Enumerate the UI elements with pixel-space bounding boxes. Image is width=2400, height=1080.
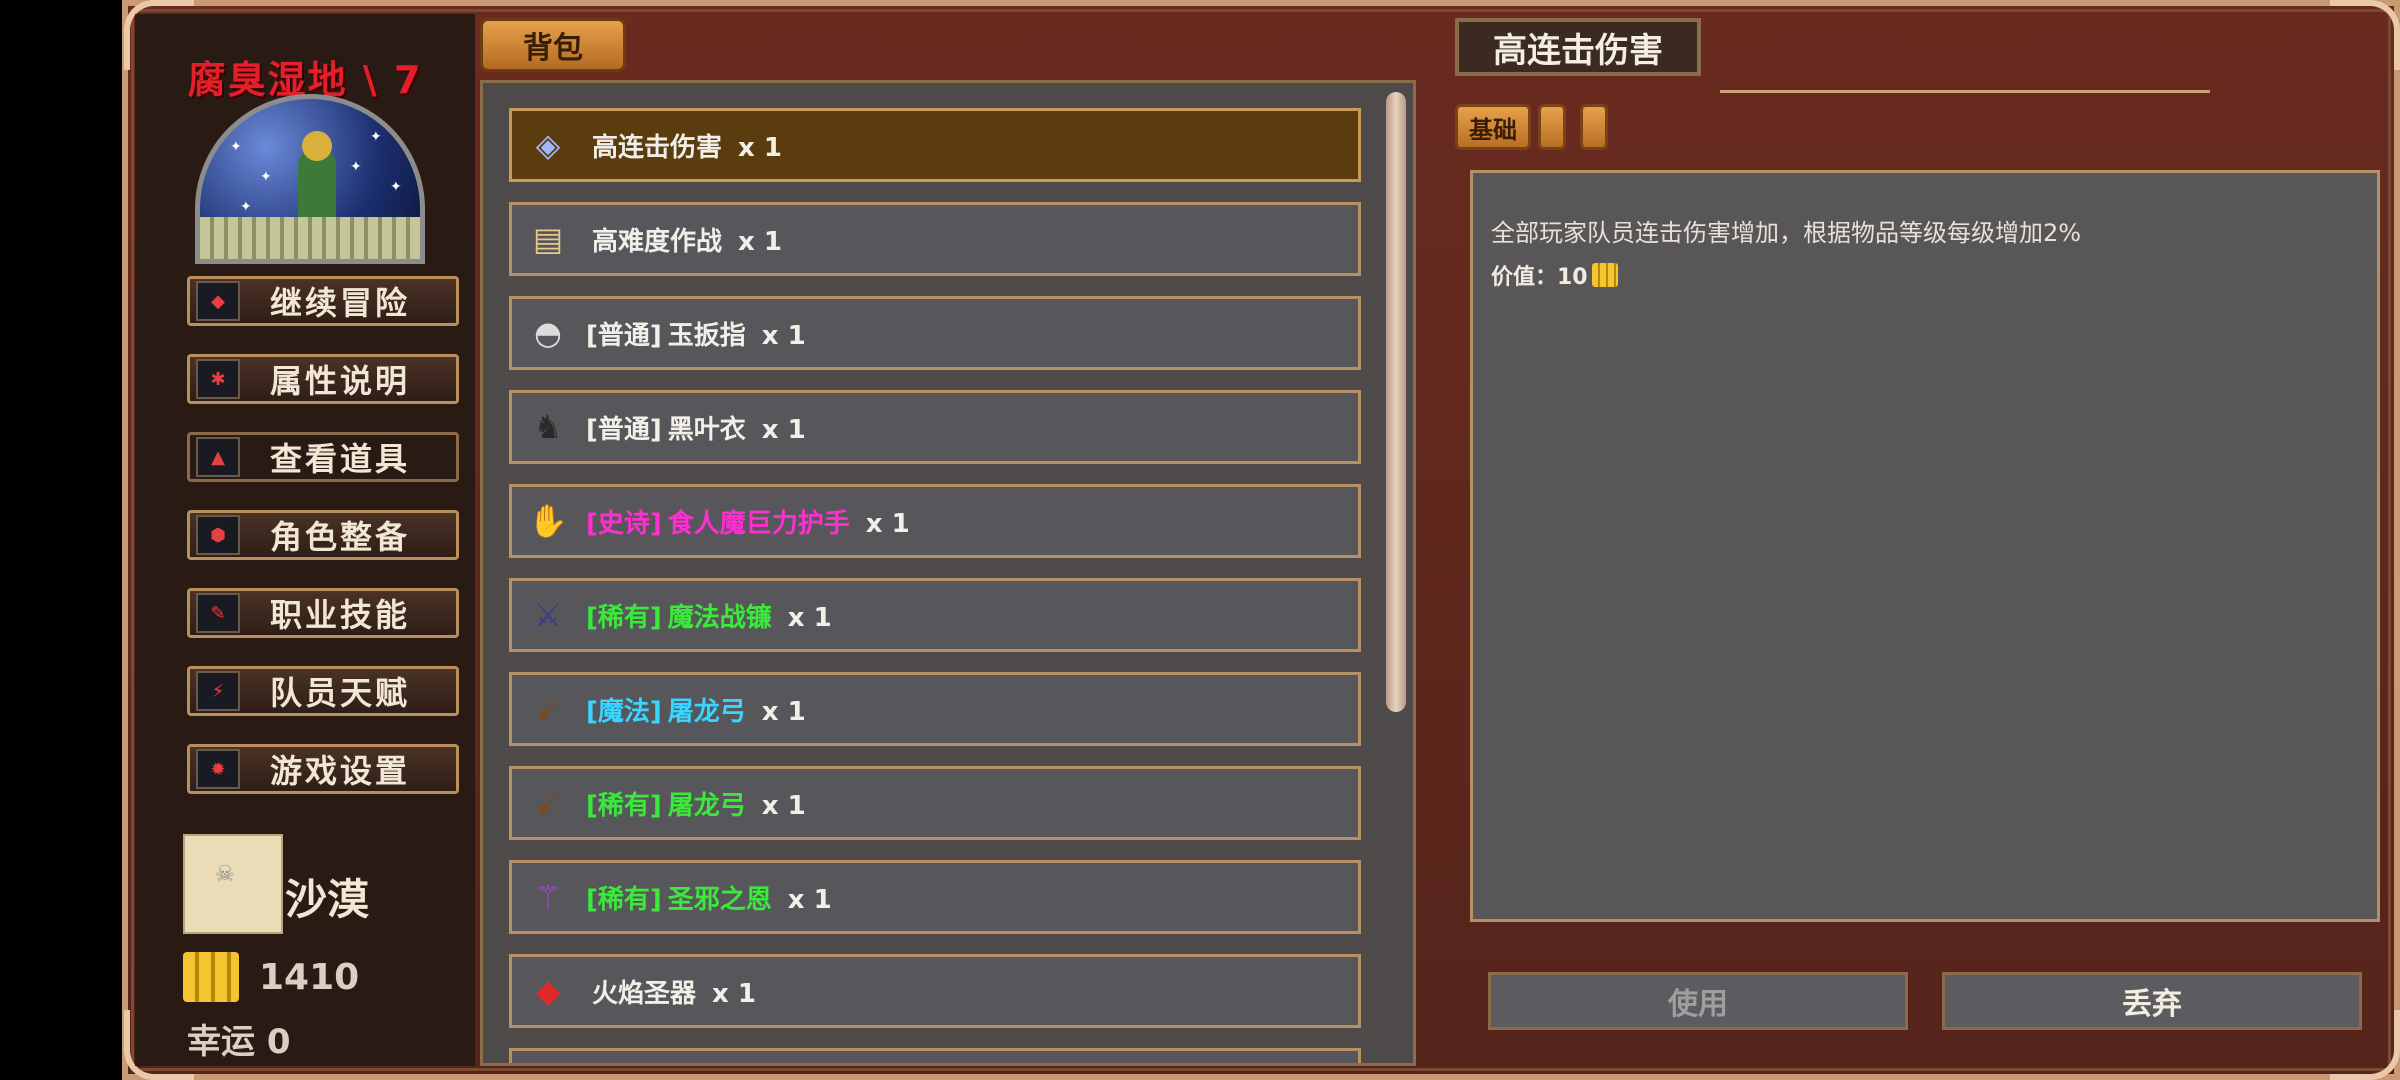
list-item[interactable]: ⚚ [稀有] 圣邪之恩 x 1 [509, 860, 1361, 934]
menu-label: 角色整备 [269, 518, 410, 556]
list-item-partial[interactable] [509, 1048, 1361, 1063]
location-portrait: ✦ ✦ ✦ ✦ ✦ ✦ [195, 94, 425, 264]
item-tag: [稀有] [586, 790, 662, 821]
item-qty: x 1 [738, 132, 782, 163]
list-item[interactable]: ➹ [稀有] 屠龙弓 x 1 [509, 766, 1361, 840]
item-name: 黑叶衣 [667, 414, 746, 445]
item-tag: [稀有] [586, 884, 662, 915]
armor-icon: ♞ [533, 408, 563, 446]
use-button[interactable]: 使用 [1488, 972, 1908, 1030]
menu-character-prep[interactable]: ⬢ 角色整备 [187, 510, 459, 560]
item-name: 高连击伤害 [592, 132, 723, 163]
character-icon: ⬢ [196, 515, 240, 555]
item-detail-panel: 全部玩家队员连击伤害增加，根据物品等级每级增加2% 价值：10 [1470, 170, 2380, 922]
item-qty: x 1 [761, 790, 806, 821]
item-name: 食人魔巨力护手 [667, 508, 850, 539]
menu-class-skills[interactable]: ✎ 职业技能 [187, 588, 459, 638]
frame-corner [2330, 0, 2400, 70]
luck-stat: 幸运 0 [187, 1022, 291, 1062]
list-item[interactable]: ◈ 高连击伤害 x 1 [509, 108, 1361, 182]
gold-amount: 1410 [259, 957, 360, 998]
settings-icon: ✹ [196, 749, 240, 789]
attributes-icon: ✱ [196, 359, 240, 399]
tab-extra-2[interactable] [1580, 104, 1608, 150]
menu-label: 继续冒险 [269, 284, 410, 322]
wand-icon: ⚚ [533, 878, 563, 916]
items-icon: ▲ [196, 437, 240, 477]
menu-view-items[interactable]: ▲ 查看道具 [187, 432, 459, 482]
bow-icon: ➹ [534, 784, 562, 822]
menu-attribute-info[interactable]: ✱ 属性说明 [187, 354, 459, 404]
item-qty: x 1 [738, 226, 782, 257]
menu-label: 属性说明 [269, 362, 410, 400]
menu-label: 查看道具 [269, 440, 410, 478]
item-tag: [普通] [586, 320, 662, 351]
list-item[interactable]: ✋ [史诗] 食人魔巨力护手 x 1 [509, 484, 1361, 558]
list-scrollbar[interactable] [1386, 92, 1406, 712]
item-description: 全部玩家队员连击伤害增加，根据物品等级每级增加2% [1491, 219, 2082, 247]
item-name: 高难度作战 [592, 226, 723, 257]
item-tag: [稀有] [586, 602, 662, 633]
relic-icon: ◆ [535, 972, 561, 1010]
scroll-icon: ▤ [532, 220, 564, 258]
item-qty: x 1 [761, 414, 806, 445]
tab-extra-1[interactable] [1538, 104, 1566, 150]
title-divider [1720, 90, 2210, 93]
list-item[interactable]: ⚔ [稀有] 魔法战镰 x 1 [509, 578, 1361, 652]
scythe-icon: ⚔ [533, 596, 563, 634]
item-value-label: 价值：10 [1491, 265, 1588, 290]
tab-backpack[interactable]: 背包 [480, 18, 626, 72]
menu-label: 游戏设置 [269, 752, 410, 790]
item-qty: x 1 [787, 884, 832, 915]
hero-head [302, 131, 332, 161]
skills-icon: ✎ [196, 593, 240, 633]
menu-member-talent[interactable]: ⚡ 队员天赋 [187, 666, 459, 716]
item-qty: x 1 [787, 602, 832, 633]
item-name: 火焰圣器 [592, 978, 697, 1009]
menu-label: 队员天赋 [269, 674, 410, 712]
skull-icon: ☠ [215, 862, 235, 887]
item-tag: [史诗] [586, 508, 662, 539]
gold-coin-icon [1591, 263, 1618, 287]
item-tag: [普通] [586, 414, 662, 445]
menu-game-settings[interactable]: ✹ 游戏设置 [187, 744, 459, 794]
list-item[interactable]: ➹ [魔法] 屠龙弓 x 1 [509, 672, 1361, 746]
item-name: 屠龙弓 [667, 696, 746, 727]
gem-icon: ◈ [535, 126, 561, 164]
item-name: 圣邪之恩 [667, 884, 772, 915]
list-item[interactable]: ▤ 高难度作战 x 1 [509, 202, 1361, 276]
adventure-icon: ◆ [196, 281, 240, 321]
item-qty: x 1 [761, 320, 806, 351]
item-name: 玉扳指 [667, 320, 746, 351]
item-list: ◈ 高连击伤害 x 1 ▤ 高难度作战 x 1 ◓ [普通] 玉扳指 x 1 ♞ [普通… [480, 80, 1416, 1066]
region-thumbnail: ☠ [183, 834, 283, 934]
discard-button[interactable]: 丢弃 [1942, 972, 2362, 1030]
item-tag: [魔法] [586, 696, 662, 727]
tab-basic[interactable]: 基础 [1455, 104, 1531, 150]
menu-continue-adventure[interactable]: ◆ 继续冒险 [187, 276, 459, 326]
region-name: 沙漠 [285, 875, 370, 924]
item-qty: x 1 [865, 508, 910, 539]
list-item[interactable]: ◓ [普通] 玉扳指 x 1 [509, 296, 1361, 370]
item-detail-title: 高连击伤害 [1455, 18, 1701, 76]
item-qty: x 1 [712, 978, 756, 1009]
item-qty: x 1 [761, 696, 806, 727]
item-value: 价值：10 [1491, 259, 1618, 291]
talent-icon: ⚡ [196, 671, 240, 711]
menu-label: 职业技能 [269, 596, 410, 634]
sidebar: 腐臭湿地 \ 7 ✦ ✦ ✦ ✦ ✦ ✦ ◆ 继续冒险 ✱ 属性说明 ▲ 查看道… [135, 14, 475, 1066]
ring-icon: ◓ [534, 314, 562, 352]
portrait-railing [200, 217, 420, 259]
list-item[interactable]: ◆ 火焰圣器 x 1 [509, 954, 1361, 1028]
bow-icon: ➹ [534, 690, 562, 728]
list-item[interactable]: ♞ [普通] 黑叶衣 x 1 [509, 390, 1361, 464]
item-name: 屠龙弓 [667, 790, 746, 821]
gauntlet-icon: ✋ [528, 502, 568, 540]
item-name: 魔法战镰 [667, 602, 772, 633]
gold-coins-icon [183, 952, 239, 1002]
